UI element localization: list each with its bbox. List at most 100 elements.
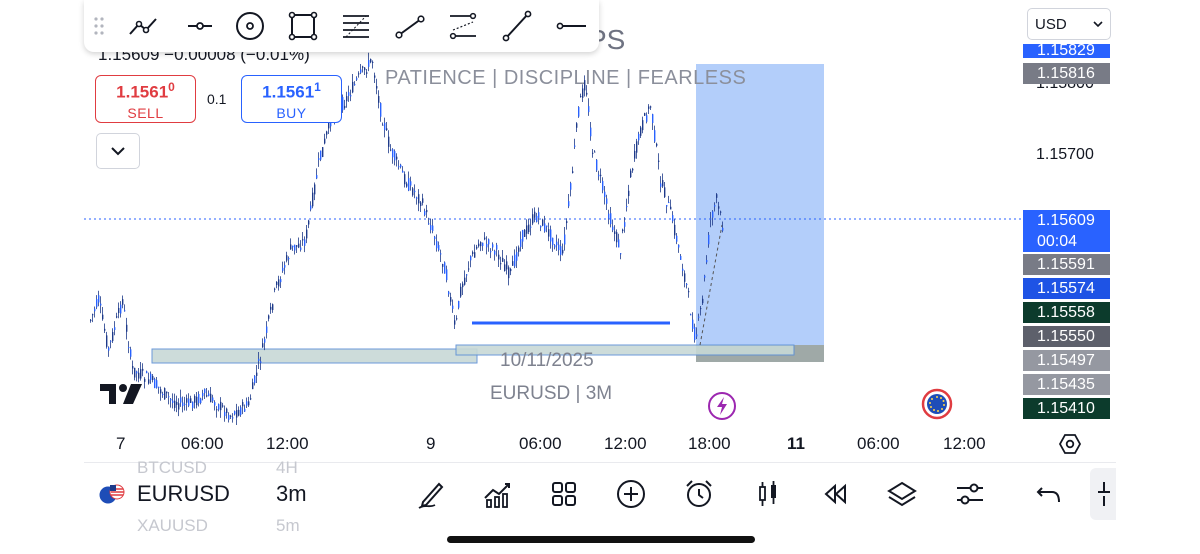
horizontal-ray-icon[interactable] <box>184 10 216 42</box>
candle-body <box>382 124 384 126</box>
line-icon[interactable] <box>501 10 533 42</box>
flash-event-icon[interactable] <box>706 390 738 422</box>
candle-body <box>722 227 724 231</box>
candle-body <box>116 316 118 318</box>
candle-body <box>128 347 130 349</box>
candle-body <box>426 209 428 213</box>
candle-body <box>548 229 550 237</box>
watermark-symbol: EURUSD | 3M <box>490 383 613 404</box>
demand-zone-left[interactable] <box>151 348 478 364</box>
chart-motto: PATIENCE | DISCIPLINE | FEARLESS <box>385 67 747 89</box>
scroll-more-button[interactable] <box>1090 468 1116 520</box>
economic-event-icon[interactable] <box>921 388 953 420</box>
candle-body <box>698 316 700 318</box>
candle-body <box>700 308 702 310</box>
candle-body <box>266 326 268 333</box>
candle-body <box>600 174 602 176</box>
candle-body <box>290 244 292 250</box>
buy-button[interactable]: 1.15611 BUY <box>241 75 342 123</box>
candle-body <box>324 138 326 144</box>
chart-settings-hex-icon[interactable] <box>1058 432 1082 456</box>
candle-body <box>100 303 102 306</box>
sell-price: 1.1561 <box>116 82 169 102</box>
time-tick: 12:00 <box>943 434 986 453</box>
symbol-flag-icon <box>99 484 125 504</box>
candle-body <box>610 213 612 225</box>
candle-body <box>604 191 606 198</box>
candle-body <box>622 229 624 232</box>
draw-icon[interactable] <box>415 478 447 510</box>
candle-body <box>360 69 362 73</box>
candle-body <box>362 66 364 68</box>
candle-body <box>526 225 528 234</box>
lot-size[interactable]: 0.1 <box>207 91 226 107</box>
buy-price-pip: 1 <box>314 80 321 94</box>
candle-body <box>112 332 114 342</box>
candle-body <box>498 254 500 260</box>
candle-body <box>282 267 284 271</box>
horizontal-line-icon[interactable] <box>554 10 586 42</box>
candle-body <box>188 398 190 406</box>
rectangle-icon[interactable] <box>287 10 319 42</box>
fib-retracement-icon[interactable] <box>340 10 372 42</box>
candle-body <box>98 295 100 303</box>
ray-icon[interactable] <box>394 10 426 42</box>
position-target-zone[interactable] <box>696 64 824 345</box>
indicators-icon[interactable] <box>481 478 513 510</box>
candle-body <box>538 212 540 218</box>
currency-select[interactable]: USD <box>1027 8 1111 40</box>
candle-body <box>462 283 464 288</box>
settings-sliders-icon[interactable] <box>954 478 986 510</box>
candle-body <box>226 408 228 413</box>
candle-body <box>296 245 298 247</box>
layout-grid-icon[interactable] <box>548 478 580 510</box>
candle-body <box>598 174 600 177</box>
candle-body <box>488 239 490 245</box>
candle-body <box>144 378 146 382</box>
trend-line-icon[interactable] <box>127 10 159 42</box>
chart-type-icon[interactable] <box>752 478 784 510</box>
replay-icon[interactable] <box>819 478 851 510</box>
layers-icon[interactable] <box>886 478 918 510</box>
candle-body <box>638 133 640 141</box>
candle-body <box>458 300 460 308</box>
drag-handle-icon[interactable] <box>94 16 104 41</box>
candle-body <box>180 397 182 403</box>
candle-body <box>352 81 354 93</box>
candle-body <box>190 398 192 403</box>
candle-body <box>506 261 508 270</box>
alert-icon[interactable] <box>683 478 715 510</box>
candle-body <box>278 279 280 287</box>
symbol-selector[interactable]: EURUSD <box>137 481 230 507</box>
candle-body <box>720 211 722 213</box>
circle-icon[interactable] <box>234 10 266 42</box>
candle-body <box>654 130 656 142</box>
candle-body <box>118 307 120 314</box>
candle-body <box>484 237 486 240</box>
candle-body <box>572 171 574 173</box>
candle-body <box>662 180 664 187</box>
candle-body <box>542 219 544 226</box>
candle-body <box>480 242 482 247</box>
price-label: 1.15550 <box>1023 326 1110 347</box>
sell-button[interactable]: 1.15610 SELL <box>95 75 196 123</box>
buy-price: 1.1561 <box>262 82 315 102</box>
parallel-channel-icon[interactable] <box>447 10 479 42</box>
price-tick: 1.15700 <box>1036 146 1094 163</box>
candle-body <box>712 211 714 218</box>
candle-body <box>668 202 670 204</box>
candle-body <box>410 181 412 186</box>
candle-body <box>596 159 598 171</box>
candle-body <box>96 299 98 308</box>
candle-body <box>552 237 554 246</box>
price-label-prev-high: 1.15816 <box>1023 63 1110 84</box>
undo-icon[interactable] <box>1034 478 1066 510</box>
candle-body <box>284 265 286 268</box>
add-icon[interactable] <box>615 478 647 510</box>
interval-selector[interactable]: 3m <box>276 481 307 507</box>
candle-body <box>344 105 346 109</box>
candle-body <box>534 211 536 218</box>
collapse-panel-button[interactable] <box>96 133 140 169</box>
candle-body <box>348 92 350 96</box>
candle-body <box>448 291 450 295</box>
